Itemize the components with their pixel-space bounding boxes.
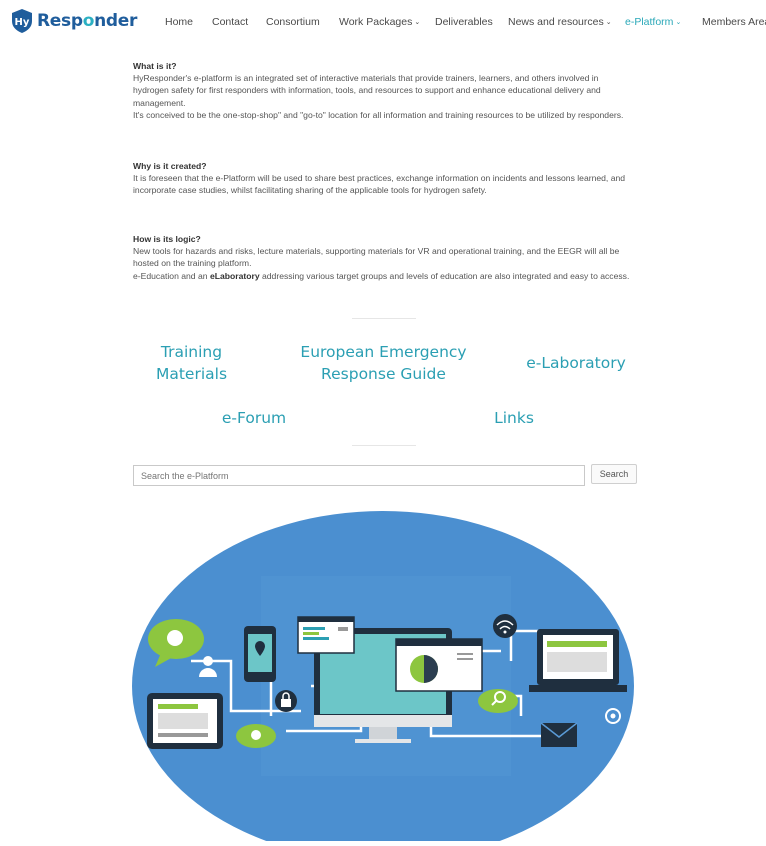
mail-icon bbox=[540, 722, 578, 747]
paragraph: It is foreseen that the e-Platform will … bbox=[133, 173, 626, 196]
main-nav: Home Contact Consortium Work Packages ⌄ D… bbox=[0, 16, 766, 30]
chevron-down-icon: ⌄ bbox=[675, 19, 682, 26]
cloud-settings-icon bbox=[236, 724, 276, 748]
section-title: What is it? bbox=[133, 61, 177, 71]
nav-home[interactable]: Home bbox=[165, 16, 193, 28]
chevron-down-icon: ⌄ bbox=[414, 19, 421, 26]
divider bbox=[352, 445, 416, 446]
training-materials-link[interactable]: Training Materials bbox=[133, 341, 250, 385]
bar-chart-window-icon bbox=[297, 616, 355, 654]
section-what: What is it? HyResponder's e-platform is … bbox=[133, 60, 633, 122]
paragraph: e-Education and an eLaboratory addressin… bbox=[133, 270, 630, 281]
section-why: Why is it created? It is foreseen that t… bbox=[133, 160, 633, 197]
laptop-icon bbox=[529, 629, 627, 692]
e-forum-link[interactable]: e-Forum bbox=[198, 407, 310, 429]
cloud-search-icon bbox=[478, 689, 518, 713]
nav-members-area[interactable]: Members Area bbox=[702, 16, 766, 28]
nav-consortium[interactable]: Consortium bbox=[266, 16, 320, 28]
nav-news-resources[interactable]: News and resources ⌄ bbox=[508, 16, 612, 28]
pie-chart-window-icon bbox=[395, 638, 483, 692]
elaboratory-link[interactable]: eLaboratory bbox=[210, 271, 260, 281]
eegr-link[interactable]: European Emergency Response Guide bbox=[286, 341, 481, 385]
site-header: Hy Responder Home Contact Consortium Wor… bbox=[0, 0, 766, 44]
nav-e-platform[interactable]: e-Platform ⌄ bbox=[625, 16, 681, 28]
paragraph: It's conceived to be the one-stop-shop" … bbox=[133, 110, 624, 121]
links-link[interactable]: Links bbox=[475, 407, 553, 429]
tablet-icon bbox=[147, 693, 223, 749]
chevron-down-icon: ⌄ bbox=[605, 19, 612, 26]
smartphone-icon bbox=[244, 626, 276, 682]
nav-contact[interactable]: Contact bbox=[212, 16, 248, 28]
divider bbox=[352, 318, 416, 319]
search-button[interactable]: Search bbox=[591, 464, 637, 484]
section-title: Why is it created? bbox=[133, 161, 207, 171]
section-title: How is its logic? bbox=[133, 234, 201, 244]
nav-deliverables[interactable]: Deliverables bbox=[435, 16, 493, 28]
e-laboratory-link[interactable]: e-Laboratory bbox=[515, 352, 637, 374]
lock-icon bbox=[275, 690, 297, 712]
wifi-icon bbox=[493, 614, 517, 638]
search-input[interactable] bbox=[133, 465, 585, 486]
hero-illustration bbox=[131, 511, 636, 846]
section-how: How is its logic? New tools for hazards … bbox=[133, 233, 633, 282]
paragraph: HyResponder's e-platform is an integrate… bbox=[133, 73, 601, 108]
nav-work-packages[interactable]: Work Packages ⌄ bbox=[339, 16, 420, 28]
paragraph: New tools for hazards and risks, lecture… bbox=[133, 246, 620, 269]
